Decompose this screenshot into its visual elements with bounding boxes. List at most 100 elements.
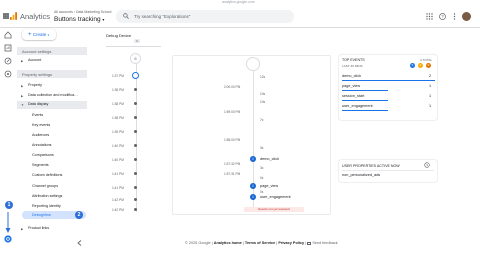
admin-gear-icon[interactable] xyxy=(4,235,12,243)
explore-icon[interactable] xyxy=(4,57,12,65)
footer-analytics-home[interactable]: Analytics home xyxy=(214,241,242,245)
footer-terms[interactable]: Terms of Service xyxy=(245,241,275,245)
minute-time: 1:40 PM xyxy=(112,144,124,148)
sidebar-item-channel-groups[interactable]: Channel groups xyxy=(32,184,58,188)
minute-dot[interactable] xyxy=(134,88,137,91)
event-time: 1:59:00 PM xyxy=(224,110,241,114)
advertising-icon[interactable] xyxy=(4,70,12,78)
property-settings-header: Property settings xyxy=(22,72,53,77)
minute-time: 1:38 PM xyxy=(112,116,124,120)
event-user-engagement[interactable]: user_engagement xyxy=(260,195,291,199)
top-event-count: 2 xyxy=(429,74,432,78)
debug-device-count[interactable]: 0 xyxy=(134,39,140,43)
top-event-name[interactable]: demo_click xyxy=(342,74,361,78)
analytics-logo-icon xyxy=(10,12,17,20)
event-banner: Events not yet received xyxy=(244,207,304,212)
annotation-badge-2: 2 xyxy=(75,211,83,219)
sidebar-item-segments[interactable]: Segments xyxy=(32,163,49,167)
minute-dot[interactable] xyxy=(134,116,137,119)
event-icon: i xyxy=(250,194,256,200)
browser-url[interactable]: analytics.google.com xyxy=(222,0,255,4)
reports-icon[interactable] xyxy=(4,44,12,52)
event-icon: i xyxy=(250,183,256,189)
top-event-name[interactable]: user_engagement xyxy=(342,104,373,108)
expand-icon: ▶ xyxy=(21,94,24,98)
property-selector[interactable]: Buttons tracking ▾ xyxy=(54,16,104,23)
event-seconds: 7s xyxy=(260,118,264,122)
events-badge: 5 xyxy=(410,63,415,68)
minute-time: 1:42 PM xyxy=(112,198,124,202)
user-property-name[interactable]: non_personalized_ads xyxy=(342,173,380,177)
top-event-bar xyxy=(342,100,388,101)
minute-time: 1:38 PM xyxy=(112,102,124,106)
sidebar-item-attribution-settings[interactable]: Attribution settings xyxy=(32,194,62,198)
home-icon[interactable] xyxy=(4,31,12,39)
top-event-bar xyxy=(342,90,388,91)
top-event-bar xyxy=(342,110,388,111)
sidebar-item-product-links[interactable]: Product links xyxy=(28,226,49,230)
help-icon[interactable]: ? xyxy=(439,13,446,20)
footer-send-feedback[interactable]: Send feedback xyxy=(312,241,337,245)
sidebar-item-reporting-identity[interactable]: Reporting identity xyxy=(32,204,61,208)
history-icon[interactable] xyxy=(424,162,430,168)
top-event-bar xyxy=(342,80,435,81)
debug-divider xyxy=(106,46,161,47)
sidebar-item-events[interactable]: Events xyxy=(32,113,43,117)
minute-dot[interactable] xyxy=(134,102,137,105)
sidebar-item-data-display[interactable]: Data display xyxy=(28,102,48,106)
top-events-total: 4 TOTAL xyxy=(420,58,433,62)
event-page-view[interactable]: page_view xyxy=(260,184,278,188)
more-vert-icon[interactable] xyxy=(451,13,458,20)
minute-dot[interactable] xyxy=(134,198,137,201)
minute-dot[interactable] xyxy=(134,208,137,211)
collapse-icon: ▼ xyxy=(21,103,24,107)
account-breadcrumb[interactable]: All accounts › Data Marketing School xyxy=(54,10,111,14)
event-seconds: 0s xyxy=(260,190,264,194)
minute-time: 1:42 PM xyxy=(112,208,124,212)
sidebar-item-annotations[interactable]: Annotations xyxy=(32,143,51,147)
minute-dot[interactable] xyxy=(134,158,137,161)
apps-icon[interactable] xyxy=(426,13,433,20)
avatar[interactable] xyxy=(462,12,471,21)
feedback-icon xyxy=(307,241,312,245)
top-event-count: 1 xyxy=(429,84,432,88)
event-demo-click[interactable]: demo_click xyxy=(260,157,279,161)
debug-device-label: Debug Device xyxy=(106,33,132,38)
apps-grid-icon[interactable] xyxy=(3,13,9,19)
user-properties-title: USER PROPERTIES ACTIVE NOW xyxy=(342,164,400,168)
event-time: 1:58:00 PM xyxy=(224,138,241,142)
top-events-title: TOP EVENTS xyxy=(342,58,365,62)
expand-icon: ▶ xyxy=(21,227,24,231)
expand-icon: ▶ xyxy=(21,84,24,88)
minute-time: 1:41 PM xyxy=(112,186,124,190)
event-seconds: 3s xyxy=(260,166,264,170)
sidebar-item-property[interactable]: Property xyxy=(28,83,42,87)
account-settings-header: Account settings xyxy=(22,49,52,54)
sidebar-item-audiences[interactable]: Audiences xyxy=(32,133,49,137)
minutes-count: 6 xyxy=(130,53,141,64)
sidebar-item-key-events[interactable]: Key events xyxy=(32,123,50,127)
footer-privacy[interactable]: Privacy Policy xyxy=(278,241,304,245)
annotation-badge-1: 1 xyxy=(5,201,13,209)
sidebar-item-comparisons[interactable]: Comparisons xyxy=(32,153,54,157)
top-event-name[interactable]: session_start xyxy=(342,94,364,98)
sidebar-item-account[interactable]: Account xyxy=(28,58,41,62)
sidebar-item-debugview[interactable]: DebugView xyxy=(32,213,51,217)
expand-icon: ▶ xyxy=(21,59,24,63)
sidebar-item-data-collection[interactable]: Data collection and modifica… xyxy=(28,93,78,97)
minute-dot[interactable] xyxy=(134,186,137,189)
top-event-name[interactable]: page_view xyxy=(342,84,360,88)
top-event-count: 1 xyxy=(429,104,432,108)
sidebar-item-custom-definitions[interactable]: Custom definitions xyxy=(32,173,62,177)
minute-dot[interactable] xyxy=(134,130,137,133)
chevron-left-icon[interactable] xyxy=(77,240,82,246)
minute-dot[interactable] xyxy=(134,172,137,175)
minute-marker-current[interactable] xyxy=(132,72,139,79)
event-seconds: 10s xyxy=(260,92,266,96)
event-seconds: 12s xyxy=(260,75,266,79)
footer-separator: | xyxy=(305,241,307,245)
errors-badge: 0 xyxy=(426,63,431,68)
minute-dot[interactable] xyxy=(134,144,137,147)
event-stream-top xyxy=(246,57,260,71)
top-events-subtitle: LAST 30 MINS xyxy=(342,64,363,68)
